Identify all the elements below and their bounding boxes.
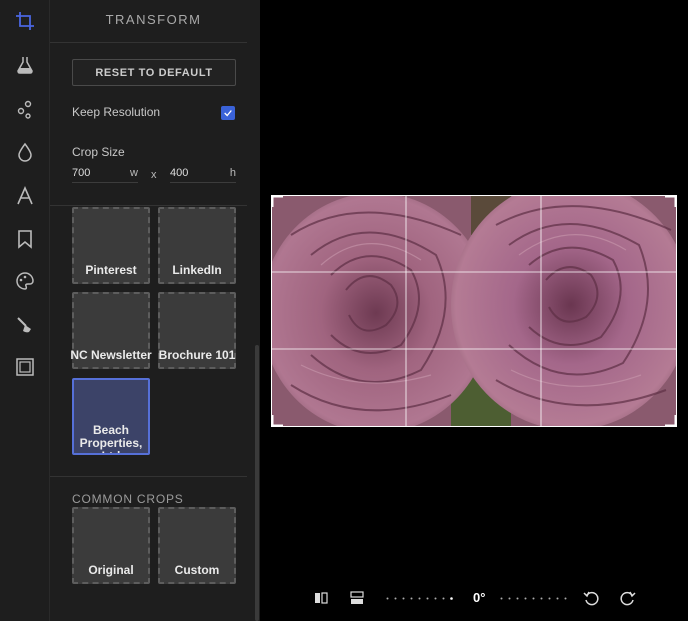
common-crops-title: COMMON CROPS [72,492,184,506]
divider [50,42,247,43]
panel-title: TRANSFORM [105,12,202,27]
height-unit: h [229,166,236,179]
common-crop-custom[interactable]: Custom [158,507,236,584]
frame-icon[interactable] [13,355,37,379]
rotation-value: 0° [473,590,486,605]
crop-height-input[interactable]: 400 h [170,163,236,183]
preset-tile-pinterest[interactable]: Pinterest [72,207,150,284]
divider [50,476,247,477]
width-value: 700 [72,166,91,179]
photo-editor: TRANSFORM RESET TO DEFAULT Keep Resoluti… [0,0,688,621]
reset-to-default-button[interactable]: RESET TO DEFAULT [72,59,236,86]
crop-icon[interactable] [13,9,37,33]
keep-resolution-label: Keep Resolution [72,105,161,119]
common-crop-original[interactable]: Original [72,507,150,584]
filter-flask-icon[interactable] [13,53,37,77]
transform-panel: TRANSFORM RESET TO DEFAULT Keep Resoluti… [50,0,260,621]
rotation-slider-right[interactable] [500,597,572,600]
adjust-icon[interactable] [13,97,37,121]
flip-vertical-icon[interactable] [349,590,365,606]
text-icon[interactable] [13,184,37,208]
keep-resolution-checkbox[interactable] [221,106,235,120]
divider [50,205,247,206]
droplet-icon[interactable] [13,140,37,164]
crop-size-label: Crop Size [72,145,125,159]
palette-icon[interactable] [13,269,37,293]
rotation-slider-left[interactable] [386,597,458,600]
preset-tile-nc-newsletter[interactable]: NC Newsletter [70,292,152,369]
times-sign: x [151,169,157,181]
preset-tile-brochure-101[interactable]: Brochure 101 [158,292,236,369]
rotate-right-icon[interactable] [620,590,636,606]
width-unit: w [130,166,138,179]
bookmark-icon[interactable] [13,227,37,251]
brush-icon[interactable] [13,313,37,337]
panel-scrollbar-thumb[interactable] [255,345,259,621]
crop-grid[interactable] [271,195,677,427]
tool-rail [0,0,50,621]
preset-tile-linkedin[interactable]: LinkedIn [158,207,236,284]
check-icon [224,110,232,117]
flip-horizontal-icon[interactable] [313,590,329,606]
rotate-left-icon[interactable] [583,590,599,606]
crop-width-input[interactable]: 700 w [72,163,138,183]
preset-tile-beach-properties[interactable]: Beach Properties, Ltd [72,378,150,455]
height-value: 400 [170,166,189,179]
